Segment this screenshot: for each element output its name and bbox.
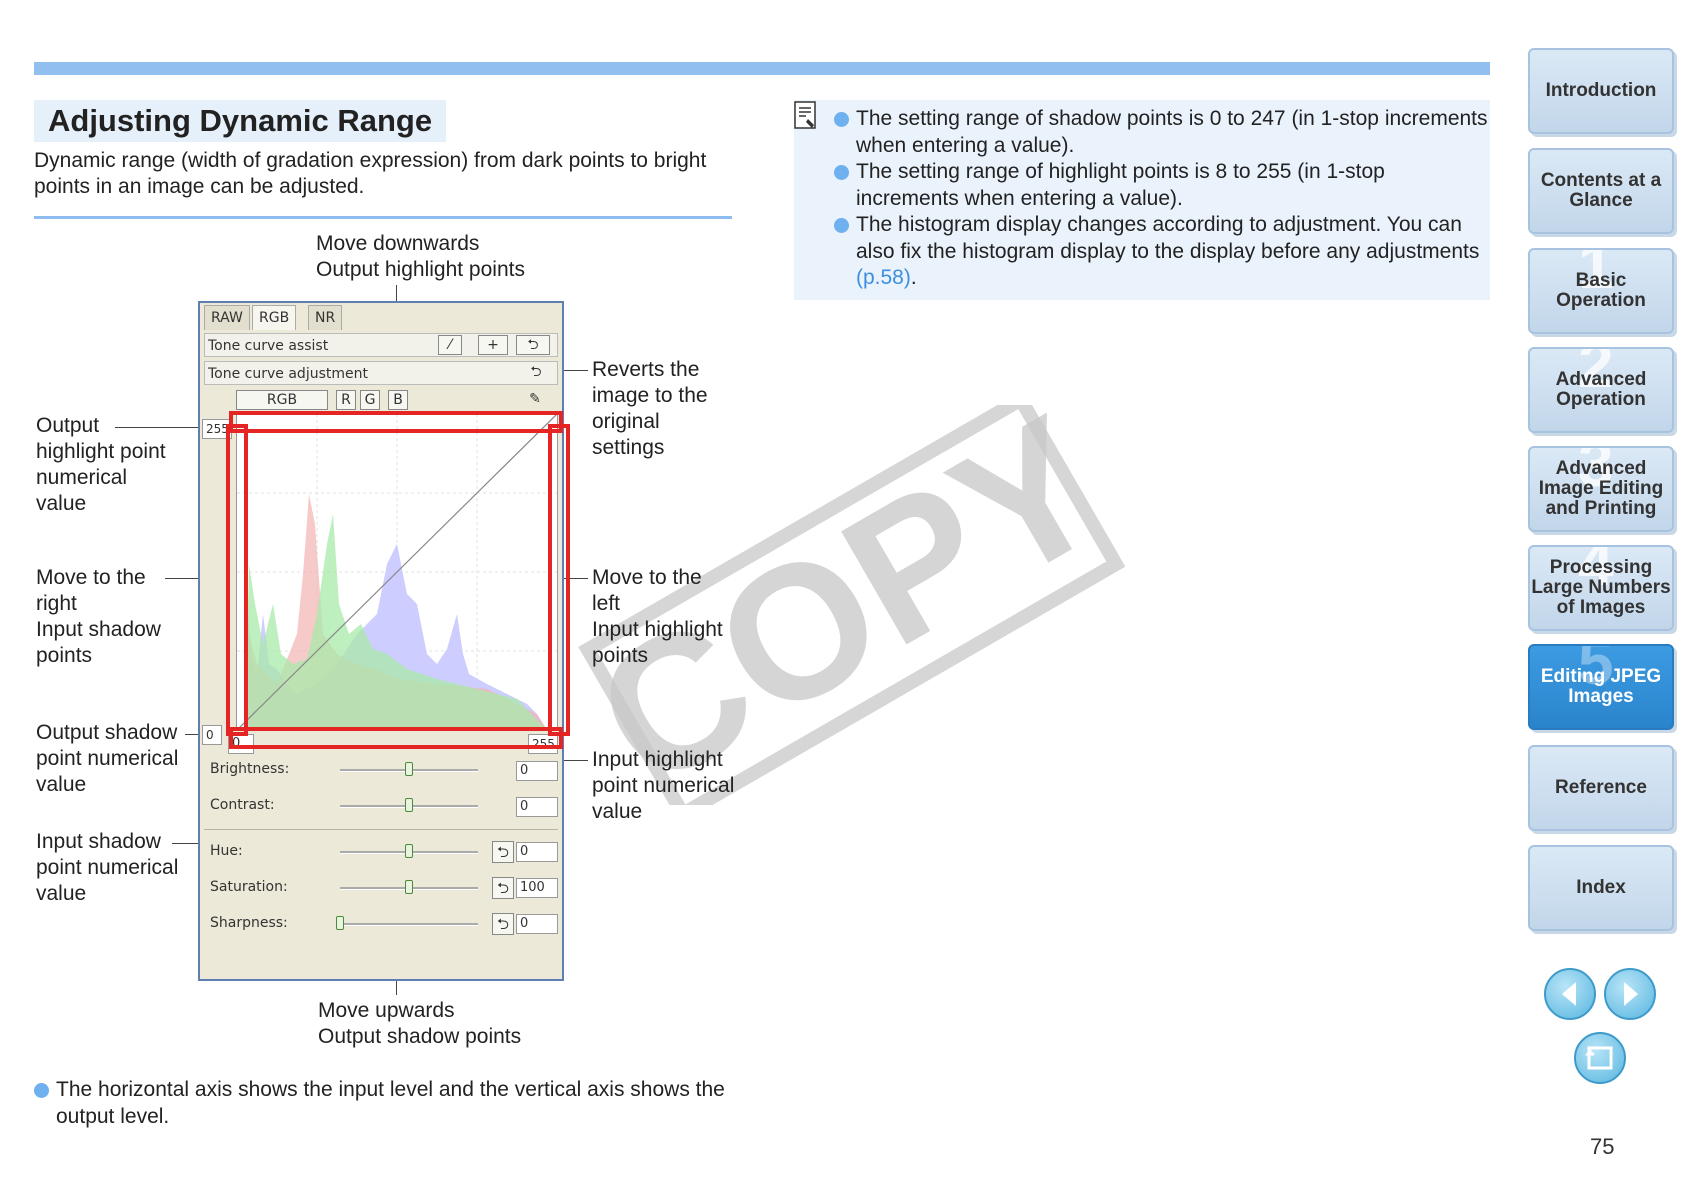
sharpness-label: Sharpness: [210, 915, 288, 931]
next-page-button[interactable] [1604, 968, 1656, 1020]
channel-r-button[interactable]: R [336, 390, 356, 410]
output-shadow-value[interactable]: 0 [202, 725, 222, 745]
saturation-reset-icon[interactable]: ⮌ [492, 877, 514, 899]
contrast-value[interactable]: 0 [516, 797, 558, 817]
note-item: The histogram display changes according … [834, 212, 1490, 292]
top-accent-bar [34, 62, 1490, 75]
tone-curve-panel: RAW RGB NR Tone curve assist ⁄ + ⮌ Tone … [198, 301, 564, 981]
nav-tab-index[interactable]: Index [1528, 845, 1674, 931]
nav-tab-label: Index [1576, 877, 1626, 898]
bullet-icon [834, 165, 849, 180]
nav-tab-basic-operation[interactable]: 1 Basic Operation [1528, 248, 1674, 334]
note-item: The setting range of highlight points is… [834, 159, 1490, 212]
revert-icon[interactable]: ⮌ [522, 363, 550, 383]
tab-raw[interactable]: RAW [204, 305, 250, 330]
saturation-thumb[interactable] [405, 880, 413, 894]
curve-plus-button[interactable]: + [478, 335, 508, 355]
contrast-thumb[interactable] [405, 798, 413, 812]
nav-tab-label: Reference [1555, 777, 1647, 798]
arrow-left-icon [1562, 982, 1576, 1006]
page-link[interactable]: (p.58) [856, 266, 911, 289]
divider [34, 216, 732, 219]
bullet-icon [34, 1083, 49, 1098]
nav-tab-label: Advanced Image Editing and Printing [1538, 458, 1664, 519]
return-icon [1585, 1046, 1613, 1070]
input-highlight-handle-highlight [548, 424, 570, 736]
channel-g-button[interactable]: G [360, 390, 380, 410]
nav-tab-label: Processing Large Numbers of Images [1531, 557, 1671, 618]
callout-revert: Reverts the image to the original settings [592, 358, 708, 459]
input-shadow-handle-highlight [226, 424, 248, 736]
sharpness-value[interactable]: 0 [516, 914, 558, 934]
channel-rgb-button[interactable]: RGB [236, 390, 328, 410]
nav-tab-processing-large-numbers-of-images[interactable]: 4 Processing Large Numbers of Images [1528, 545, 1674, 631]
leader-line [115, 427, 201, 428]
hue-label: Hue: [210, 843, 243, 859]
channel-b-button[interactable]: B [388, 390, 408, 410]
callout-output-shadow-value: Output shadow point numerical value [36, 721, 179, 796]
nav-tab-label: Introduction [1545, 80, 1657, 101]
callout-input-shadow-value: Input shadow point numerical value [36, 830, 179, 905]
nav-tab-label: Basic Operation [1556, 270, 1646, 311]
callout-move-right: Move to the right Input shadow points [36, 566, 161, 667]
nav-tab-editing-jpeg-images[interactable]: 5 Editing JPEG Images [1528, 644, 1674, 730]
tone-curve-adjustment-row: Tone curve adjustment [204, 361, 558, 385]
nav-tab-advanced-operation[interactable]: 2 Advanced Operation [1528, 347, 1674, 433]
saturation-label: Saturation: [210, 879, 288, 895]
nav-tab-advanced-image-editing-and-printing[interactable]: 3 Advanced Image Editing and Printing [1528, 446, 1674, 532]
arrow-right-icon [1624, 982, 1638, 1006]
saturation-value[interactable]: 100 [516, 878, 558, 898]
note-item: The setting range of shadow points is 0 … [834, 106, 1490, 159]
brightness-thumb[interactable] [405, 762, 413, 776]
sharpness-slider[interactable] [340, 923, 478, 926]
callout-output-highlight-value: Output highlight point numerical value [36, 414, 166, 515]
nav-tab-label: Advanced Operation [1555, 369, 1647, 410]
leader-line [560, 760, 588, 761]
prev-page-button[interactable] [1544, 968, 1596, 1020]
nav-tab-contents-at-a-glance[interactable]: Contents at a Glance [1528, 148, 1674, 234]
sharpness-reset-icon[interactable]: ⮌ [492, 913, 514, 935]
contrast-label: Contrast: [210, 797, 275, 813]
return-button[interactable] [1574, 1032, 1626, 1084]
callout-input-highlight-value: Input highlight point numerical value [592, 748, 735, 823]
tab-nr[interactable]: NR [308, 305, 343, 330]
nav-tab-introduction[interactable]: Introduction [1528, 48, 1674, 134]
hue-thumb[interactable] [405, 844, 413, 858]
hue-value[interactable]: 0 [516, 842, 558, 862]
bullet-icon [834, 218, 849, 233]
curve-reset-button[interactable]: ⮌ [516, 335, 550, 355]
bottom-note: The horizontal axis shows the input leve… [34, 1077, 756, 1130]
brightness-value[interactable]: 0 [516, 761, 558, 781]
auto-curve-button[interactable]: ⁄ [438, 335, 462, 355]
hue-reset-icon[interactable]: ⮌ [492, 841, 514, 863]
output-highlight-handle-highlight [229, 411, 563, 433]
note-list: The setting range of shadow points is 0 … [834, 106, 1490, 292]
nav-tab-label: Editing JPEG Images [1540, 666, 1662, 707]
divider [204, 829, 558, 830]
page-number: 75 [1590, 1134, 1615, 1159]
memo-icon [794, 101, 816, 129]
eyedropper-icon[interactable]: ✎ [522, 390, 548, 410]
intro-text: Dynamic range (width of gradation expres… [34, 149, 707, 198]
callout-move-downwards: Move downwards Output highlight points [316, 232, 525, 281]
bullet-icon [834, 112, 849, 127]
callout-move-upwards: Move upwards Output shadow points [318, 999, 522, 1048]
tab-rgb[interactable]: RGB [252, 305, 297, 330]
sharpness-thumb[interactable] [336, 916, 344, 930]
callout-move-left: Move to the left Input highlight points [592, 566, 723, 667]
output-shadow-handle-highlight [229, 727, 563, 749]
nav-tab-label: Contents at a Glance [1540, 170, 1662, 211]
tone-curve-histogram[interactable] [236, 413, 558, 731]
page-title: Adjusting Dynamic Range [34, 100, 447, 142]
brightness-label: Brightness: [210, 761, 290, 777]
nav-tab-reference[interactable]: Reference [1528, 745, 1674, 831]
